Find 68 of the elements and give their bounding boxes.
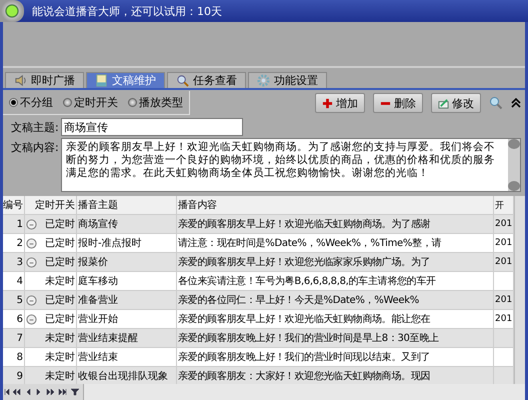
- content-label: 文稿内容:: [11, 140, 59, 155]
- table-cell-text: 未定时: [45, 332, 75, 345]
- table-cell: 请注意：现在时间是%Date%，%Week%，%Time%整，请: [177, 234, 494, 252]
- table-cell: 201: [495, 219, 512, 229]
- table-cell-text: 已定时: [45, 218, 75, 231]
- edit-button[interactable]: 修改: [431, 93, 481, 113]
- table-cell: 营业结束: [77, 348, 177, 366]
- column-header[interactable]: 播音内容: [177, 196, 494, 214]
- document-icon: [95, 74, 108, 87]
- table-cell: 各位来宾请注意！车号为粤B,6,6,8,8,8,的车主请将您的车开: [177, 272, 494, 290]
- table-cell: 6: [3, 310, 25, 328]
- table-cell: 201: [495, 314, 512, 324]
- radio-option[interactable]: 播放类型: [128, 95, 183, 110]
- table-cell: 亲爱的顾客朋友早上好！欢迎光临天虹购物商场。为了感谢: [177, 215, 494, 233]
- table-cell: 亲爱的各位同仁：早上好！今天是%Date%，%Week%: [177, 291, 494, 309]
- plus-icon: [322, 98, 333, 108]
- table-cell: 201: [495, 295, 512, 305]
- table-cell: 201: [495, 257, 512, 267]
- table-cell: 庭车移动: [77, 272, 177, 290]
- table-cell: 报时-准点报时: [77, 234, 177, 252]
- add-button[interactable]: 增加: [315, 93, 365, 113]
- table-cell: 亲爱的顾客朋友早上好！欢迎您光临家家乐购物广场。为了: [177, 253, 494, 271]
- table-cell: 亲爱的顾客朋友晚上好！我们的营业时间现以结束。又到了: [177, 348, 494, 366]
- gear-icon: [257, 74, 270, 87]
- table-cell: 亲爱的顾客朋友早上好！欢迎光临天虹购物商场。能让您在: [177, 310, 494, 328]
- window-title: 能说会道播音大师，还可以试用：10天: [32, 4, 222, 18]
- app-logo-icon: [0, 0, 24, 22]
- collapse-icon[interactable]: [511, 98, 521, 108]
- table-cell: 准备营业: [77, 291, 177, 309]
- scrollbar[interactable]: [514, 196, 525, 384]
- table-cell-text: 已定时: [45, 294, 75, 307]
- column-header[interactable]: 编号: [3, 196, 25, 214]
- table-cell: 8: [3, 348, 25, 366]
- table-cell: 营业开始: [77, 310, 177, 328]
- radio-option[interactable]: 定时开关: [63, 95, 118, 110]
- tab[interactable]: 功能设置: [248, 72, 327, 88]
- table-cell-text: 已定时: [45, 312, 75, 326]
- table-cell: 5: [3, 291, 25, 309]
- table-cell: 4: [3, 272, 25, 290]
- column-header[interactable]: 定时开关: [25, 196, 77, 214]
- tab[interactable]: 任务查看: [167, 72, 246, 88]
- search-icon: [176, 74, 189, 87]
- subject-label: 文稿主题:: [11, 120, 59, 135]
- table-cell: 报菜价: [77, 253, 177, 271]
- table-cell-text: 已定时: [45, 256, 75, 269]
- speaker-icon: [14, 74, 27, 87]
- tab[interactable]: 即时广播: [5, 72, 84, 88]
- table-cell: 商场宣传: [77, 215, 177, 233]
- tab[interactable]: 文稿维护: [86, 72, 165, 88]
- table-cell: 3: [3, 253, 25, 271]
- radio-option[interactable]: 不分组: [9, 95, 53, 110]
- table-cell: 营业结束提醒: [77, 329, 177, 347]
- table-cell: 2: [3, 234, 25, 252]
- delete-button[interactable]: 删除: [373, 93, 423, 113]
- edit-icon: [438, 98, 449, 108]
- column-header[interactable]: 播音主题: [77, 196, 177, 214]
- table-cell-text: 未定时: [45, 370, 75, 383]
- table-cell: 亲爱的顾客朋友晚上好！我们的营业时间是早上8：30至晚上: [177, 329, 494, 347]
- table-cell-text: 未定时: [45, 274, 75, 288]
- content-field[interactable]: 亲爱的顾客朋友早上好！欢迎光临天虹购物商场。为了感谢您的支持与厚爱。我们将会不断的努力，为您营造一个良好的购物环境，始终以优质的商品，优惠的价格和优质的服务满足您的需求。在此天虹购物商场全体员工祝您购物愉快。谢谢您的光临！: [61, 138, 521, 192]
- table-cell: 7: [3, 329, 25, 347]
- search-icon[interactable]: [489, 96, 503, 110]
- table-cell: 201: [495, 238, 512, 248]
- table-cell: 1: [3, 215, 25, 233]
- horizontal-scrollbar[interactable]: [83, 384, 525, 400]
- subject-field[interactable]: 商场宣传: [61, 118, 243, 136]
- table-cell-text: 未定时: [45, 350, 75, 364]
- table-cell-text: 已定时: [45, 236, 75, 250]
